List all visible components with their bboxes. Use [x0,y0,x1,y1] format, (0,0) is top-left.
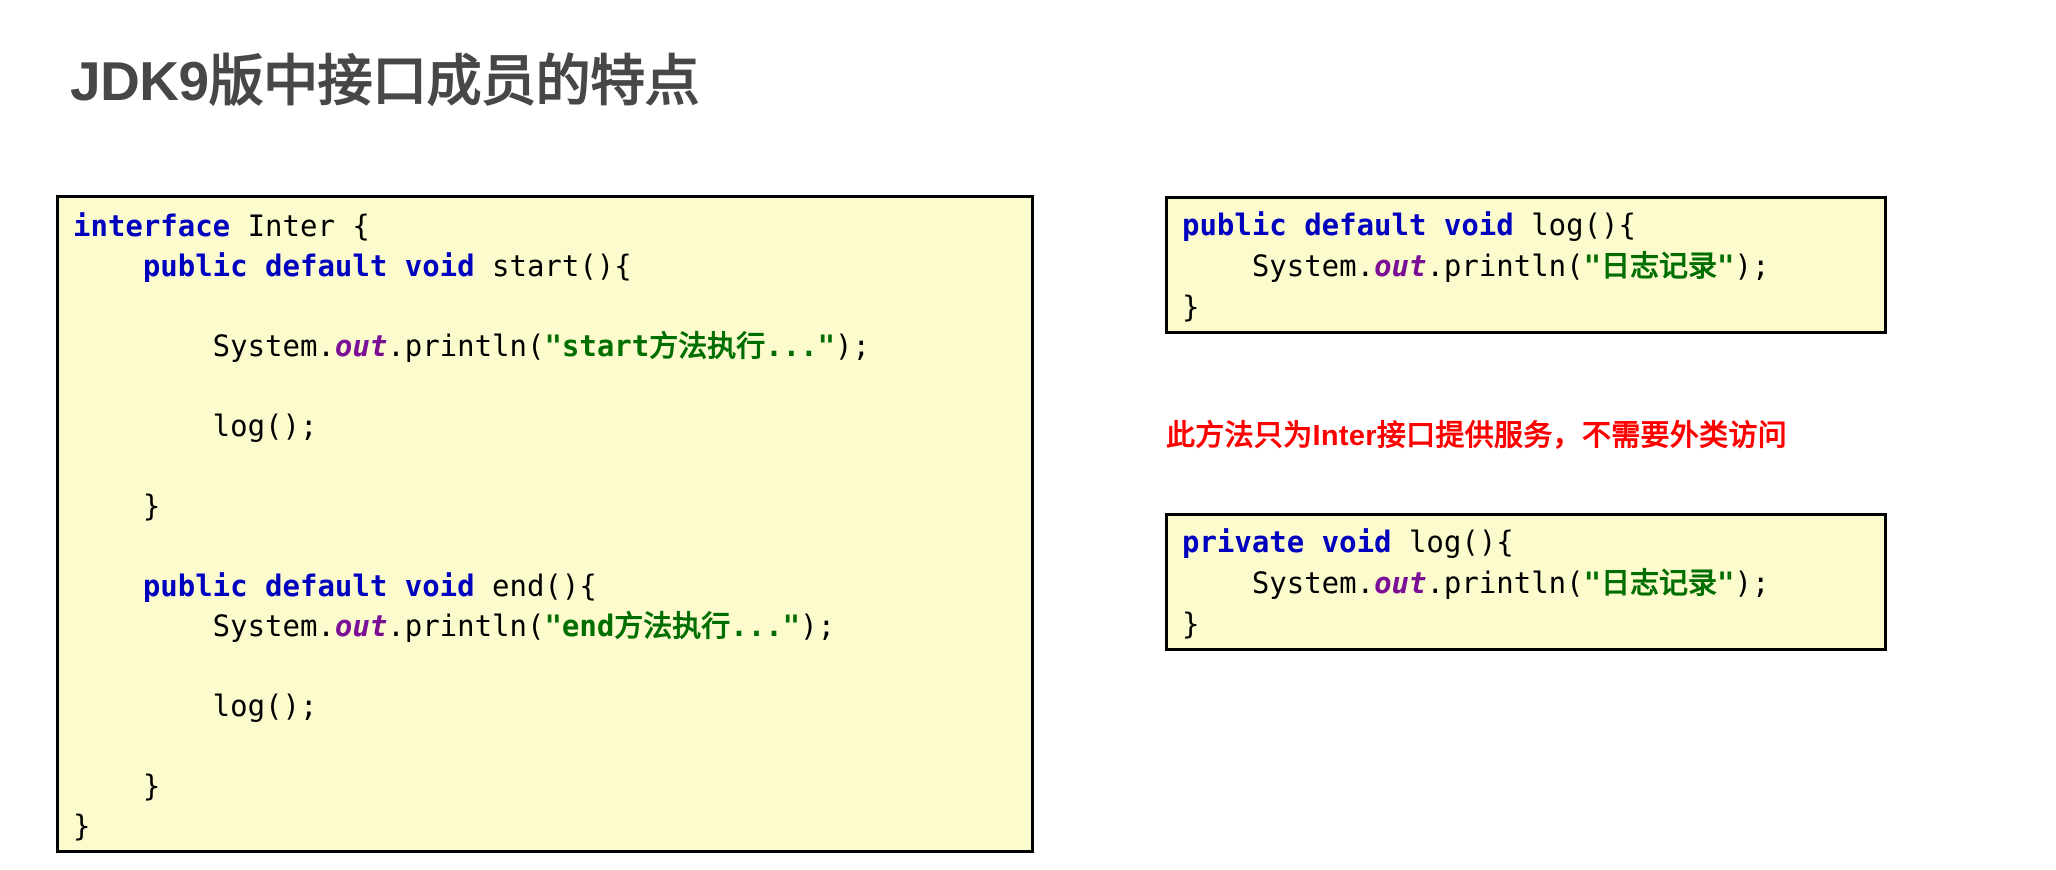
code-token-plain: ); [1734,566,1770,600]
code-token-plain: System. [73,329,335,363]
code-token-plain: Inter { [230,209,370,243]
code-line: log(); [73,406,1031,446]
code-token-fld: out [1374,249,1427,283]
code-token-plain: .println( [387,329,545,363]
code-block-private-log: private void log(){ System.out.println("… [1165,513,1887,651]
code-line: } [73,766,1031,806]
code-token-plain: ); [1734,249,1770,283]
code-token-plain: } [73,769,161,803]
code-token-plain: } [73,489,161,523]
code-line: } [1182,287,1884,328]
code-token-fld: out [334,329,388,363]
code-line: System.out.println("end方法执行..."); [73,606,1031,646]
code-token-str: "日志记录" [1583,249,1735,283]
annotation-private-method-note: 此方法只为Inter接口提供服务，不需要外类访问 [1166,420,1788,452]
code-token-plain: ); [800,609,836,643]
code-token-plain: System. [1182,566,1375,600]
code-token-str: "日志记录" [1583,566,1735,600]
code-line: } [73,806,1031,846]
code-line: public default void end(){ [73,566,1031,606]
code-token-kw: interface [73,209,231,243]
code-token-kw: public default void [142,249,475,283]
code-token-plain: } [73,809,91,843]
code-line: public default void start(){ [73,246,1031,286]
code-token-plain: .println( [1426,249,1584,283]
code-token-kw: public default void [1182,208,1514,242]
code-token-str: "end方法执行..." [544,609,801,643]
code-block-interface-inter: interface Inter { public default void st… [56,195,1034,853]
code-token-kw: public default void [142,569,475,603]
code-line: } [73,486,1031,526]
code-token-plain: start(){ [474,249,632,283]
code-line: System.out.println("日志记录"); [1182,246,1884,287]
code-token-str: "start方法执行..." [544,329,836,363]
code-token-fld: out [1374,566,1427,600]
code-token-plain: ); [835,329,870,363]
code-token-plain: log(){ [1513,208,1636,242]
code-token-fld: out [334,609,388,643]
page-title: JDK9版中接口成员的特点 [70,50,700,112]
code-line: public default void log(){ [1182,205,1884,246]
code-line: System.out.println("日志记录"); [1182,563,1884,604]
code-block-public-default-log: public default void log(){ System.out.pr… [1165,196,1887,334]
code-token-plain: log(){ [1391,525,1514,559]
code-token-kw: private void [1182,525,1392,559]
code-line: log(); [73,686,1031,726]
code-token-plain: end(){ [474,569,597,603]
code-token-plain: log(); [73,689,318,723]
code-token-plain: } [1182,607,1200,641]
code-token-plain: .println( [387,609,545,643]
code-line: System.out.println("start方法执行..."); [73,326,1031,366]
code-token-plain: System. [1182,249,1375,283]
code-line: } [1182,604,1884,645]
code-token-plain: log(); [73,409,318,443]
code-line: interface Inter { [73,206,1031,246]
code-token-plain: .println( [1426,566,1584,600]
code-token-plain: } [1182,290,1200,324]
code-token-plain: System. [73,609,335,643]
code-line: private void log(){ [1182,522,1884,563]
